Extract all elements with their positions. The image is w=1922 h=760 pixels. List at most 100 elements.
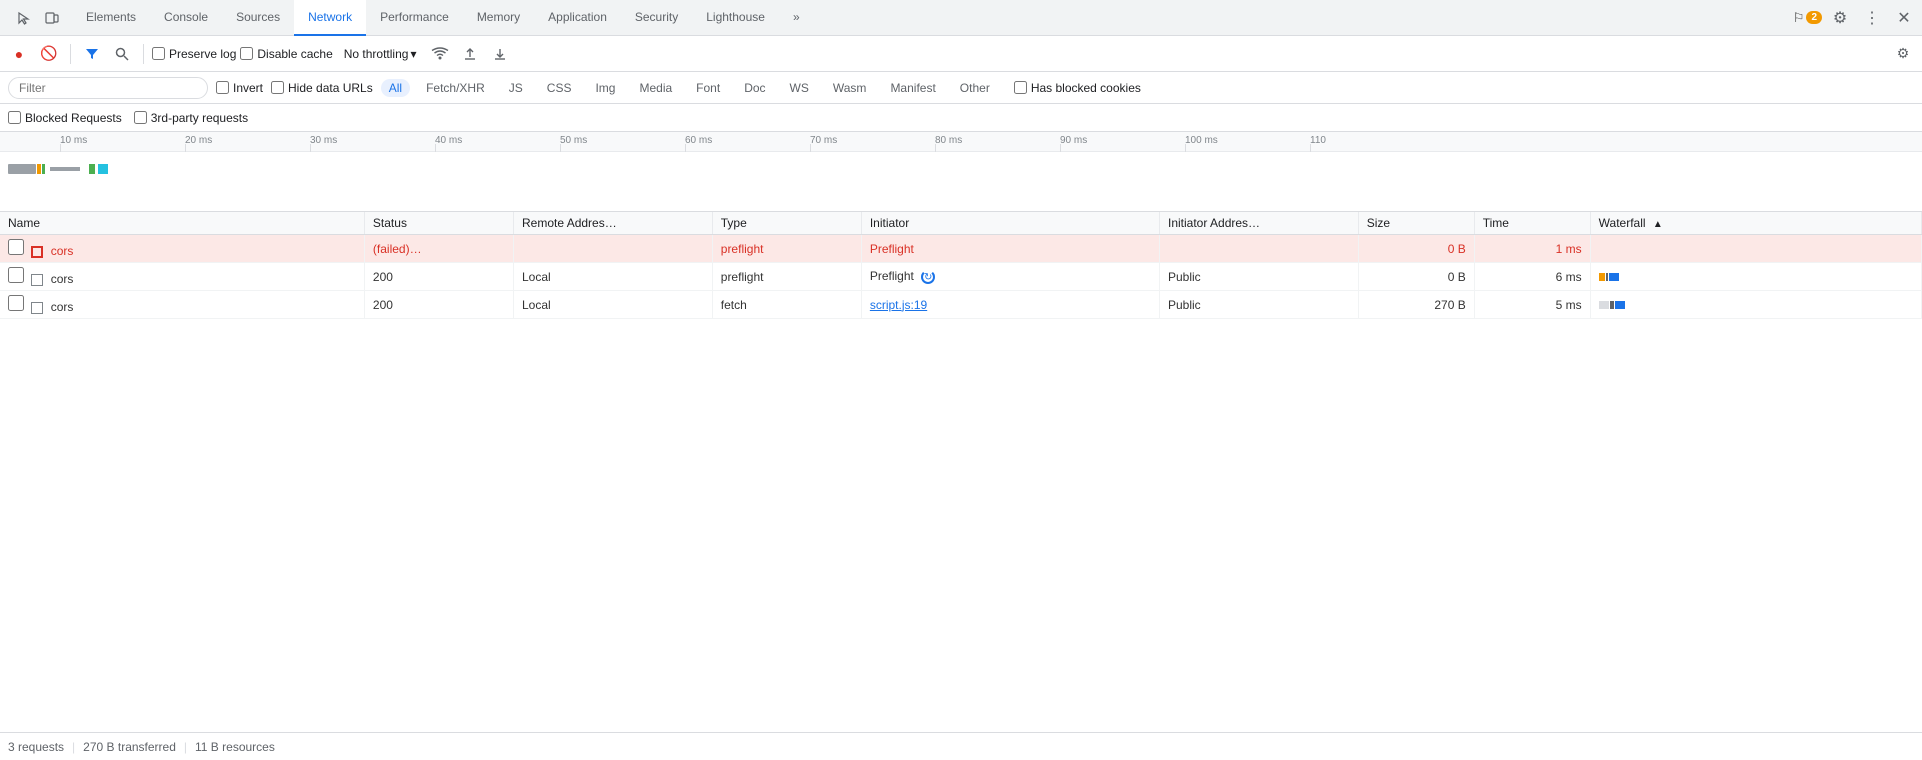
close-icon[interactable]: ✕ [1890, 4, 1918, 32]
cursor-icon[interactable] [12, 6, 36, 30]
error-icon-1 [31, 246, 43, 258]
tick-60ms: 60 ms [685, 135, 712, 146]
cell-name-2: cors [0, 263, 364, 291]
preserve-log-checkbox[interactable]: Preserve log [152, 47, 236, 61]
col-header-waterfall: Waterfall ▲ [1590, 212, 1921, 235]
wifi-icon-button[interactable] [427, 41, 453, 67]
filter-input[interactable] [8, 77, 208, 99]
waterfall-bars-2 [1599, 270, 1913, 284]
device-toggle-icon[interactable] [40, 6, 64, 30]
col-header-type: Type [712, 212, 861, 235]
network-toolbar: ● 🚫 Preserve log Disable cache No thrott… [0, 36, 1922, 72]
filter-type-doc[interactable]: Doc [736, 79, 773, 97]
issue-badge-container[interactable]: ⚐ 2 [1793, 10, 1822, 26]
filter-type-media[interactable]: Media [631, 79, 680, 97]
table-row[interactable]: cors 200 Local preflight Preflight ↻ Pub… [0, 263, 1922, 291]
hide-data-urls-checkbox[interactable]: Hide data URLs [271, 81, 373, 95]
filter-type-manifest[interactable]: Manifest [882, 79, 943, 97]
has-blocked-cookies-checkbox[interactable]: Has blocked cookies [1014, 81, 1141, 95]
filter-type-css[interactable]: CSS [539, 79, 580, 97]
cell-initiator-1: Preflight [861, 235, 1159, 263]
preflight-reload-icon: ↻ [921, 270, 935, 284]
filter-type-wasm[interactable]: Wasm [825, 79, 875, 97]
tab-network[interactable]: Network [294, 0, 366, 36]
tab-console[interactable]: Console [150, 0, 222, 36]
issue-badge: 2 [1806, 11, 1822, 24]
upload-icon-button[interactable] [457, 41, 483, 67]
disable-cache-checkbox[interactable]: Disable cache [240, 47, 332, 61]
tab-lighthouse[interactable]: Lighthouse [692, 0, 779, 36]
col-header-status: Status [364, 212, 513, 235]
table-row[interactable]: cors 200 Local fetch script.js:19 Public… [0, 291, 1922, 319]
normal-icon-3 [31, 302, 43, 314]
cell-status-2: 200 [364, 263, 513, 291]
tick-80ms: 80 ms [935, 135, 962, 146]
tab-more[interactable]: » [779, 0, 814, 36]
row-checkbox-1[interactable] [8, 239, 24, 255]
tab-sources[interactable]: Sources [222, 0, 294, 36]
waterfall-sort-arrow: ▲ [1653, 219, 1663, 230]
table-row[interactable]: cors (failed)… preflight Preflight 0 B 1… [0, 235, 1922, 263]
cell-remote-1 [514, 235, 713, 263]
timeline-bar-gray2 [50, 167, 80, 171]
download-icon-button[interactable] [487, 41, 513, 67]
search-button[interactable] [109, 41, 135, 67]
wf-bar-blue [1609, 273, 1619, 281]
tick-110ms: 110 [1310, 135, 1326, 146]
tab-memory[interactable]: Memory [463, 0, 534, 36]
cell-time-1: 1 ms [1474, 235, 1590, 263]
more-options-icon[interactable]: ⋮ [1858, 4, 1886, 32]
tab-elements[interactable]: Elements [72, 0, 150, 36]
wf-bar-dark [1610, 301, 1614, 309]
filter-type-js[interactable]: JS [501, 79, 531, 97]
initiator-text-2: Preflight [870, 269, 914, 283]
throttle-select[interactable]: No throttling ▾ [337, 44, 424, 64]
cell-size-3: 270 B [1358, 291, 1474, 319]
filter-type-all[interactable]: All [381, 79, 410, 97]
tick-10ms: 10 ms [60, 135, 87, 146]
cell-name-3: cors [0, 291, 364, 319]
col-header-initiator-addr: Initiator Addres… [1160, 212, 1359, 235]
cell-time-2: 6 ms [1474, 263, 1590, 291]
timeline-bar-teal [98, 164, 108, 174]
cell-initaddr-3: Public [1160, 291, 1359, 319]
tab-performance[interactable]: Performance [366, 0, 463, 36]
wf-bar-gray2 [1599, 301, 1609, 309]
record-button[interactable]: ● [6, 41, 32, 67]
filter-type-ws[interactable]: WS [782, 79, 817, 97]
settings-icon[interactable]: ⚙ [1826, 4, 1854, 32]
filter-type-font[interactable]: Font [688, 79, 728, 97]
cell-name-1: cors [0, 235, 364, 263]
row-checkbox-2[interactable] [8, 267, 24, 283]
col-header-initiator: Initiator [861, 212, 1159, 235]
col-header-time: Time [1474, 212, 1590, 235]
timeline-bar-green2 [89, 164, 95, 174]
row-checkbox-3[interactable] [8, 295, 24, 311]
row-name-1: cors [51, 244, 74, 258]
tick-50ms: 50 ms [560, 135, 587, 146]
cell-type-3: fetch [712, 291, 861, 319]
filter-icon-button[interactable] [79, 41, 105, 67]
third-party-checkbox[interactable]: 3rd-party requests [134, 111, 248, 125]
tab-application[interactable]: Application [534, 0, 621, 36]
network-settings-icon[interactable]: ⚙ [1890, 41, 1916, 67]
waterfall-bars-3 [1599, 298, 1913, 312]
filter-type-img[interactable]: Img [587, 79, 623, 97]
row-name-2: cors [51, 272, 74, 286]
network-table: Name Status Remote Addres… Type Initiato… [0, 212, 1922, 319]
filter-type-fetch-xhr[interactable]: Fetch/XHR [418, 79, 493, 97]
cell-time-3: 5 ms [1474, 291, 1590, 319]
blocked-requests-checkbox[interactable]: Blocked Requests [8, 111, 122, 125]
col-header-name: Name [0, 212, 364, 235]
cell-initaddr-2: Public [1160, 263, 1359, 291]
tab-security[interactable]: Security [621, 0, 692, 36]
filter-type-other[interactable]: Other [952, 79, 998, 97]
invert-checkbox[interactable]: Invert [216, 81, 263, 95]
timeline-bars [0, 152, 1922, 212]
stop-recording-button[interactable]: 🚫 [36, 41, 62, 67]
timeline-bar-green [42, 164, 45, 174]
tick-90ms: 90 ms [1060, 135, 1087, 146]
initiator-link-3[interactable]: script.js:19 [870, 298, 927, 312]
tab-bar: Elements Console Sources Network Perform… [0, 0, 1922, 36]
network-table-wrapper[interactable]: Name Status Remote Addres… Type Initiato… [0, 212, 1922, 732]
